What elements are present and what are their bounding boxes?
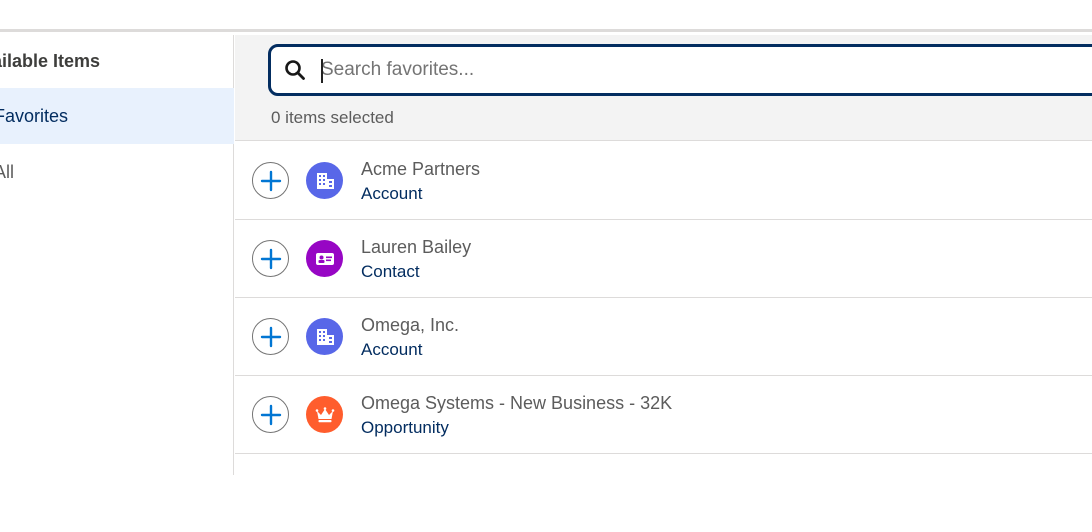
search-icon xyxy=(285,60,305,80)
search-box[interactable] xyxy=(268,44,1092,96)
top-bar xyxy=(0,0,1092,32)
add-button[interactable] xyxy=(252,240,289,277)
plus-icon xyxy=(260,404,281,425)
sidebar-item-label: All xyxy=(0,161,15,182)
opportunity-crown-icon xyxy=(306,396,343,433)
item-title: Omega Systems - New Business - 32K xyxy=(361,393,673,413)
contact-card-icon xyxy=(306,240,343,277)
sidebar: vailable Items Favorites All xyxy=(0,35,234,475)
search-area: 0 items selected xyxy=(235,35,1092,141)
list-item[interactable]: Omega, Inc. Account xyxy=(235,298,1092,376)
item-title: Lauren Bailey xyxy=(361,237,472,257)
sidebar-item-favorites[interactable]: Favorites xyxy=(0,88,234,144)
sidebar-item-all[interactable]: All xyxy=(0,144,234,200)
item-type: Account xyxy=(361,184,423,203)
account-building-icon xyxy=(306,318,343,355)
add-button[interactable] xyxy=(252,396,289,433)
list-item[interactable]: Lauren Bailey Contact xyxy=(235,220,1092,298)
list-item[interactable]: Acme Partners Account xyxy=(235,142,1092,220)
plus-icon xyxy=(260,170,281,191)
search-input[interactable] xyxy=(321,59,1021,81)
text-caret xyxy=(321,59,323,83)
item-type: Account xyxy=(361,340,423,359)
list-item[interactable] xyxy=(235,454,1092,532)
list-item[interactable]: Omega Systems - New Business - 32K Oppor… xyxy=(235,376,1092,454)
selected-count: 0 items selected xyxy=(271,108,394,127)
plus-icon xyxy=(260,326,281,347)
plus-icon xyxy=(260,248,281,269)
add-button[interactable] xyxy=(252,318,289,355)
add-button[interactable] xyxy=(252,162,289,199)
item-type: Opportunity xyxy=(361,418,449,437)
account-building-icon xyxy=(306,162,343,199)
item-title: Omega, Inc. xyxy=(361,315,460,335)
main-panel: 0 items selected Acme Partners Account xyxy=(235,35,1092,532)
item-type: Contact xyxy=(361,262,420,281)
item-title: Acme Partners xyxy=(361,159,481,179)
sidebar-item-label: Favorites xyxy=(0,105,69,126)
sidebar-heading: vailable Items xyxy=(0,51,101,71)
